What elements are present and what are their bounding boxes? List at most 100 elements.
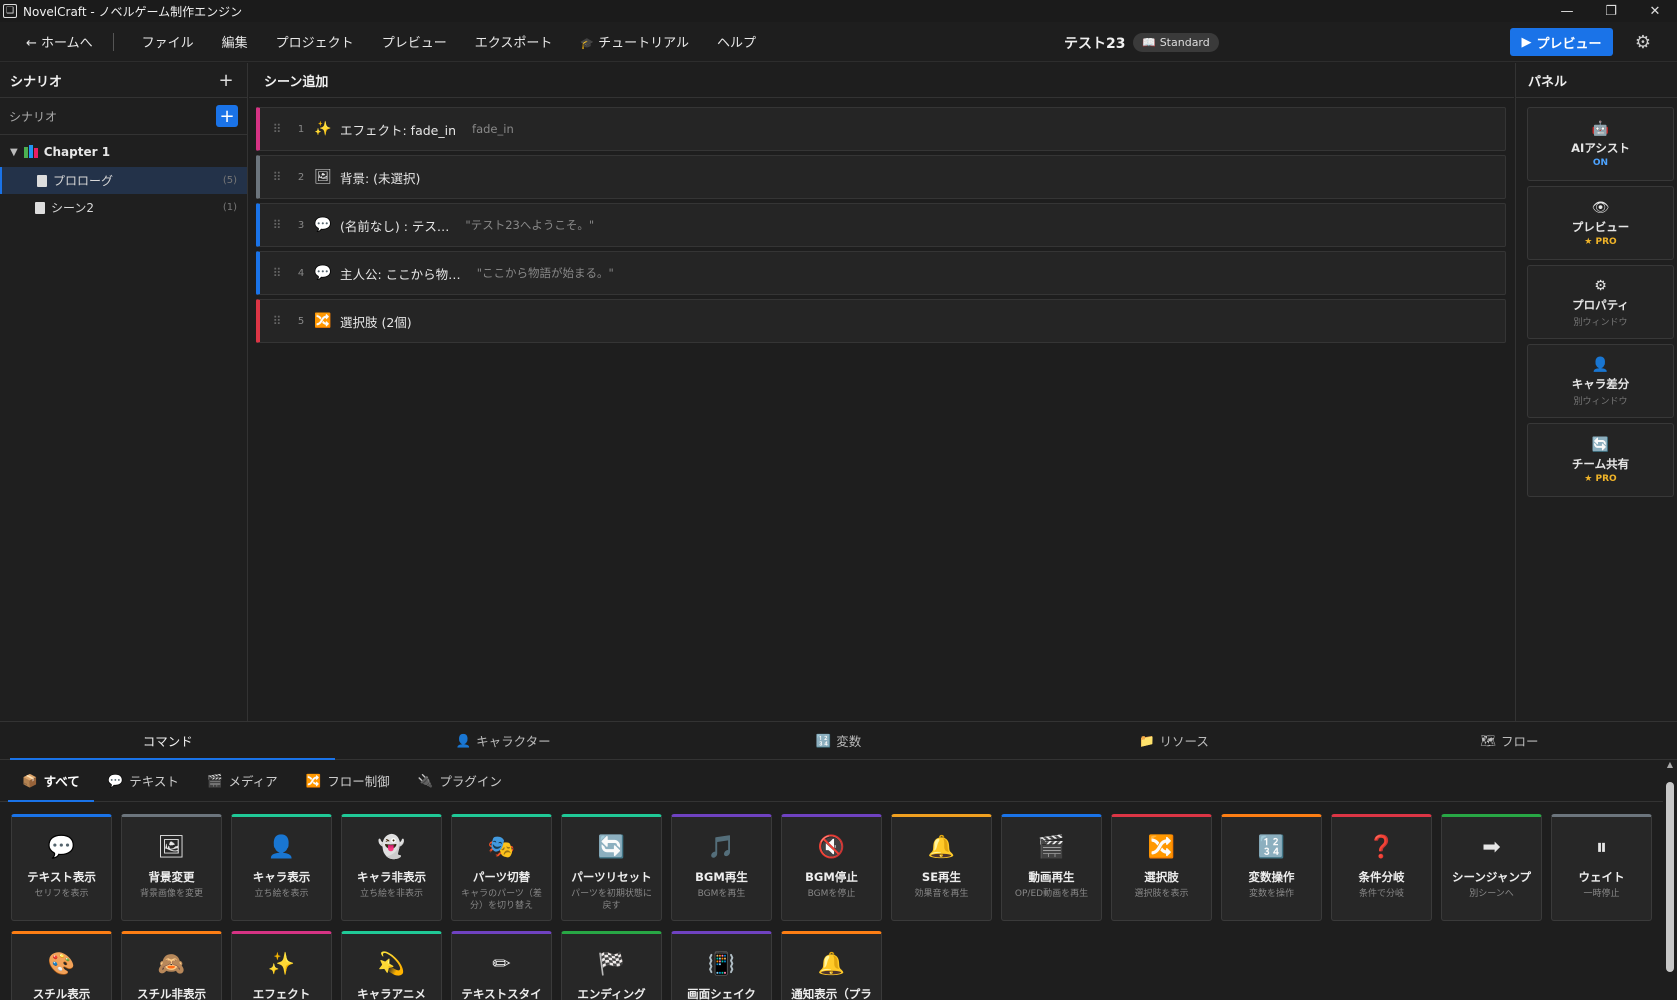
title-bar: ❑ NovelCraft - ノベルゲーム制作エンジン — ❐ ✕ [0,0,1677,22]
command-row[interactable]: ⠿ 4 💬 主人公: ここから物… "ここから物語が始まる。" [256,251,1506,295]
command-card[interactable]: 🙈 スチル非表示 [121,931,222,1000]
panel-card-ai-assist[interactable]: 🤖 AIアシスト ON [1527,107,1674,181]
drag-handle-icon[interactable]: ⠿ [264,170,290,184]
command-row[interactable]: ⠿ 5 🔀 選択肢 (2個) [256,299,1506,343]
command-card-description: 背景画像を変更 [139,889,203,899]
menu-file[interactable]: ファイル [142,32,194,51]
panel-card-preview[interactable]: 👁 プレビュー ★ PRO [1527,186,1674,260]
command-card[interactable]: ➡ シーンジャンプ 別シーンへ [1441,814,1542,921]
add-chapter-button[interactable]: + [215,69,237,91]
gear-icon: ⚙ [1594,277,1607,294]
command-card-icon: 👤 [267,835,296,860]
drag-handle-icon[interactable]: ⠿ [264,266,290,280]
panel-card-character-variants[interactable]: 👤 キャラ差分 別ウィンドウ [1527,344,1674,418]
add-scene-button[interactable]: + [216,105,238,127]
scene-item-prologue[interactable]: プロローグ (5) [0,167,247,194]
tab-label: リソース [1159,734,1209,749]
command-card[interactable]: 👻 キャラ非表示 立ち絵を非表示 [341,814,442,921]
category-all[interactable]: 📦 すべて [8,761,94,802]
command-card[interactable]: 📳 画面シェイク [671,931,772,1000]
command-card-label: キャラアニメ [357,987,426,1000]
command-card-icon: 🔢 [1257,835,1286,860]
tab-commands[interactable]: コマンド [0,722,336,760]
category-text[interactable]: 💬 テキスト [94,761,193,801]
menu-export[interactable]: エクスポート [475,32,553,51]
menu-preview[interactable]: プレビュー [382,32,447,51]
command-card-icon: ➡ [1482,835,1501,860]
command-card[interactable]: 🔔 通知表示（プラ [781,931,882,1000]
category-plugins[interactable]: 🔌 プラグイン [404,761,516,801]
tab-variables[interactable]: 🔢 変数 [671,722,1006,759]
command-card[interactable]: ✏ テキストスタイ [451,931,552,1000]
command-card[interactable]: 💬 テキスト表示 セリフを表示 [11,814,112,921]
command-card[interactable]: ❓ 条件分岐 条件で分岐 [1331,814,1432,921]
menu-help[interactable]: ヘルプ [717,32,756,51]
category-media[interactable]: 🎬 メディア [193,761,292,801]
chapter-node[interactable]: ▼ Chapter 1 [0,137,247,167]
scrollbar-thumb[interactable] [1666,782,1674,972]
command-card[interactable]: 🎬 動画再生 OP/ED動画を再生 [1001,814,1102,921]
folder-icon: 📁 [1138,732,1155,748]
drag-handle-icon[interactable]: ⠿ [264,218,290,232]
command-card[interactable]: 🎨 スチル表示 [11,931,112,1000]
panel-card-label: プロパティ [1572,297,1629,312]
scroll-up-icon[interactable]: ▲ [1663,760,1677,772]
panel-card-label: AIアシスト [1571,141,1630,155]
shuffle-icon: 🔀 [314,313,332,329]
close-icon[interactable]: ✕ [1633,0,1677,22]
command-row[interactable]: ⠿ 3 💬 (名前なし) : テス… "テスト23へようこそ。" [256,203,1506,247]
command-row[interactable]: ⠿ 2 🖼 背景: (未選択) [256,155,1506,199]
panel-card-status: ON [1592,158,1609,168]
command-label: 主人公: ここから物… [340,266,461,282]
command-number: 1 [297,123,305,135]
command-card-icon: 🔇 [817,835,846,860]
scene-count: (1) [222,202,237,213]
command-number: 2 [297,171,305,183]
drag-handle-icon[interactable]: ⠿ [264,314,290,328]
sidebar-header: シナリオ + [0,63,247,98]
command-card[interactable]: 🔢 変数操作 変数を操作 [1221,814,1322,921]
menu-edit[interactable]: 編集 [222,32,248,51]
command-card[interactable]: 🔀 選択肢 選択肢を表示 [1111,814,1212,921]
speech-bubble-icon: 💬 [314,265,332,281]
command-card[interactable]: 🖼 背景変更 背景画像を変更 [121,814,222,921]
sidebar-sub-label: シナリオ [9,109,58,124]
gear-icon[interactable]: ⚙ [1632,31,1654,53]
restore-icon[interactable]: ❐ [1589,0,1633,22]
command-card-icon: ⏸ [1595,835,1607,860]
command-number: 4 [297,267,305,279]
drag-handle-icon[interactable]: ⠿ [264,122,290,136]
command-card[interactable]: 👤 キャラ表示 立ち絵を表示 [231,814,332,921]
menu-project[interactable]: プロジェクト [276,32,354,51]
panel-card-team-share[interactable]: 🔄 チーム共有 ★ PRO [1527,423,1674,497]
play-icon: ▶ [1521,34,1532,50]
tab-resources[interactable]: 📁 リソース [1006,722,1341,759]
palette-scrollbar[interactable]: ▲ [1663,760,1677,1000]
home-link[interactable]: ← ホームへ [26,32,114,51]
command-card-description: BGMを再生 [697,889,746,899]
command-card-label: BGM再生 [695,870,748,884]
command-card[interactable]: ✨ エフェクト [231,931,332,1000]
command-card[interactable]: 🔔 SE再生 効果音を再生 [891,814,992,921]
preview-button[interactable]: ▶ プレビュー [1510,28,1613,56]
panel-card-properties[interactable]: ⚙ プロパティ 別ウィンドウ [1527,265,1674,339]
scene-item-scene2[interactable]: シーン2 (1) [0,194,247,221]
command-card[interactable]: 🔄 パーツリセット パーツを初期状態に戻す [561,814,662,921]
collapse-triangle-icon[interactable]: ▼ [10,147,18,158]
menu-tutorial[interactable]: 🎓 チュートリアル [580,32,689,51]
command-card[interactable]: 💫 キャラアニメ [341,931,442,1000]
command-card[interactable]: 🎭 パーツ切替 キャラのパーツ（差分）を切り替え [451,814,552,921]
command-card[interactable]: ⏸ ウェイト 一時停止 [1551,814,1652,921]
tab-characters[interactable]: 👤 キャラクター [335,722,670,759]
command-card[interactable]: 🎵 BGM再生 BGMを再生 [671,814,772,921]
minimize-icon[interactable]: — [1545,0,1589,22]
command-row[interactable]: ⠿ 1 ✨ エフェクト: fade_in fade_in [256,107,1506,151]
command-card[interactable]: 🏁 エンディング [561,931,662,1000]
app-icon: ❑ [3,4,17,18]
plug-icon: 🔌 [417,772,434,788]
command-card-label: 動画再生 [1028,870,1075,884]
tab-flow[interactable]: 🗺 フロー [1342,722,1677,759]
command-card[interactable]: 🔇 BGM停止 BGMを停止 [781,814,882,921]
document-icon [35,201,45,214]
category-flow-control[interactable]: 🔀 フロー制御 [292,761,404,801]
